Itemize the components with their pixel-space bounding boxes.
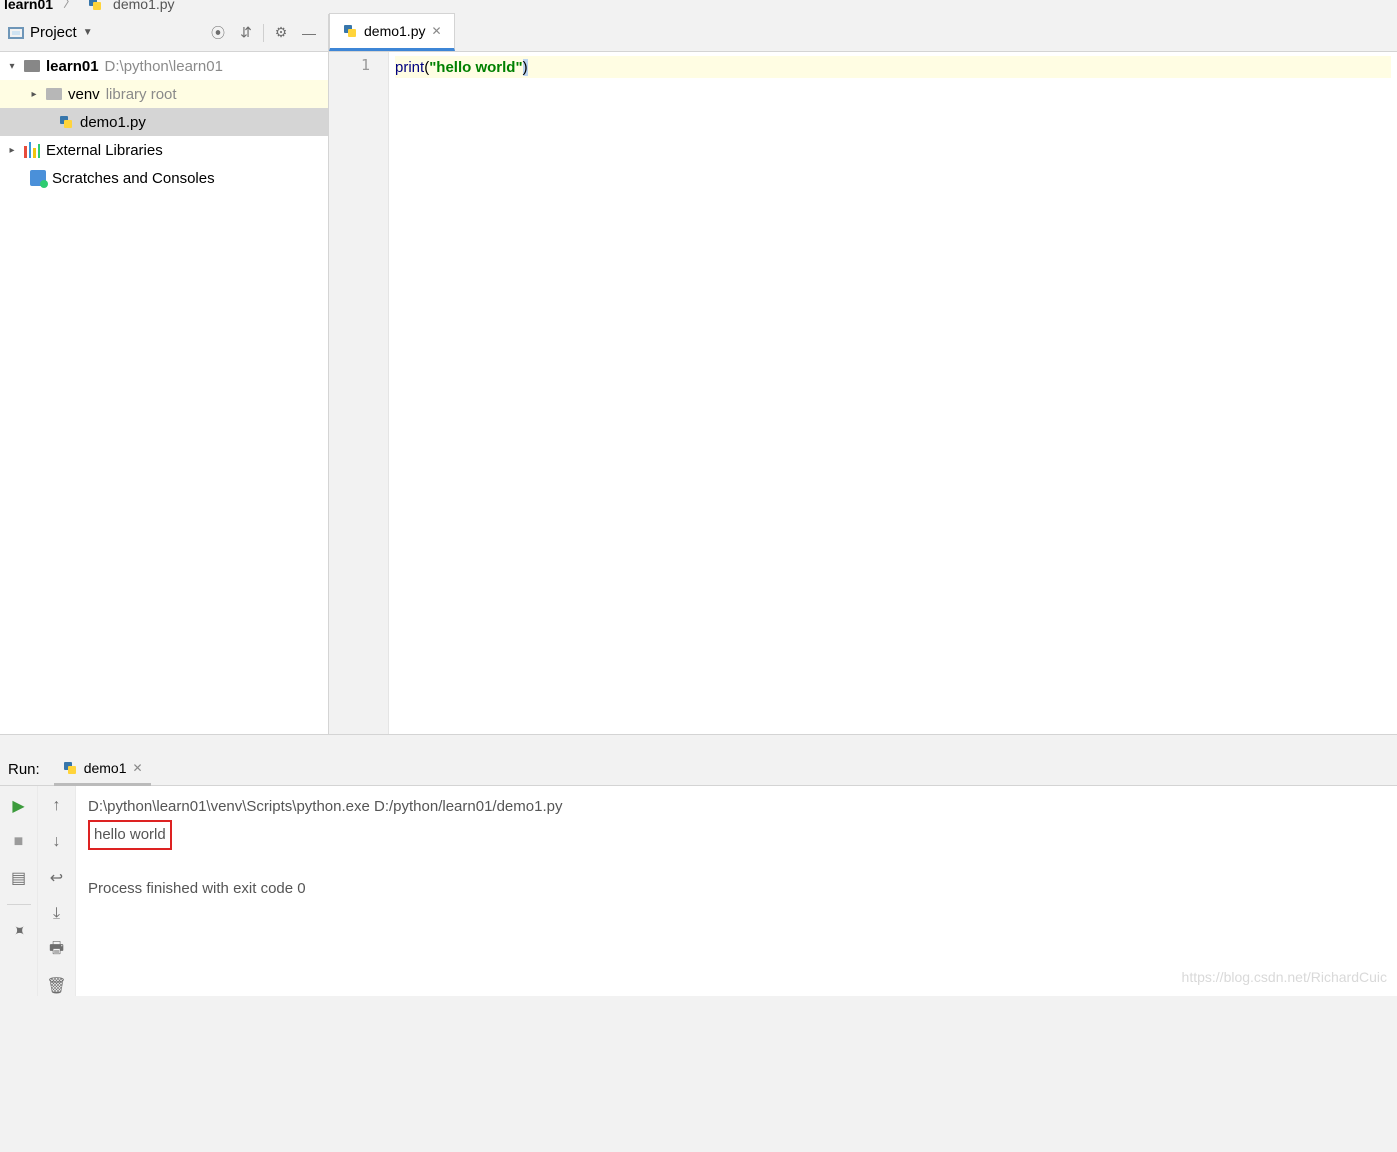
breadcrumb-item[interactable]: learn01 — [4, 0, 53, 12]
scratches-icon — [30, 170, 46, 186]
run-header[interactable]: Run: demo1 ✕ — [0, 754, 1397, 786]
pin-icon[interactable]: ✦ — [4, 917, 32, 945]
console-line: D:\python\learn01\venv\Scripts\python.ex… — [88, 794, 1385, 820]
divider — [263, 24, 264, 42]
project-tree[interactable]: ▾ learn01 D:\python\learn01 ▸ venv libra… — [0, 52, 328, 734]
console-output[interactable]: D:\python\learn01\venv\Scripts\python.ex… — [76, 786, 1397, 996]
console-line: Process finished with exit code 0 — [88, 876, 1385, 902]
collapse-all-icon[interactable]: ⇵ — [235, 22, 257, 44]
tree-item-label: Scratches and Consoles — [52, 170, 215, 187]
run-label: Run: — [8, 761, 40, 778]
tree-row-venv[interactable]: ▸ venv library root — [0, 80, 328, 108]
project-label: Project — [30, 24, 77, 41]
tree-row-project-root[interactable]: ▾ learn01 D:\python\learn01 — [0, 52, 328, 80]
run-body: ▶ ■ ▤ ✦ ↑ ↓ ↩ ⤓ 🖶 🗑 D:\python\learn01\ve… — [0, 786, 1397, 996]
code-line[interactable]: print("hello world") — [395, 56, 1391, 78]
run-tab-label: demo1 — [84, 760, 127, 776]
chevron-right-icon: 〉 — [63, 0, 77, 12]
tree-row-scratches[interactable]: Scratches and Consoles — [0, 164, 328, 192]
close-icon[interactable]: ✕ — [133, 761, 143, 775]
code-content[interactable]: print("hello world") — [389, 52, 1397, 734]
tab-label: demo1.py — [364, 23, 425, 39]
run-panel: Run: demo1 ✕ ▶ ■ ▤ ✦ ↑ ↓ ↩ ⤓ 🖶 🗑 D:\pyth… — [0, 754, 1397, 996]
up-icon[interactable]: ↑ — [47, 796, 67, 816]
print-icon[interactable]: 🖶 — [47, 940, 67, 960]
code-editor[interactable]: 1 print("hello world") — [329, 52, 1397, 734]
close-icon[interactable]: ✕ — [431, 24, 441, 38]
project-header[interactable]: Project ▼ ⦿ ⇵ ⚙ — — [0, 14, 328, 52]
project-sidebar: Project ▼ ⦿ ⇵ ⚙ — ▾ learn01 D:\python\le… — [0, 14, 329, 734]
folder-icon — [46, 88, 62, 100]
rerun-icon[interactable]: ▶ — [9, 796, 29, 816]
editor-area: demo1.py ✕ 1 print("hello world") — [329, 14, 1397, 734]
token-paren: ) — [523, 59, 528, 76]
divider — [7, 904, 31, 905]
editor-tabs[interactable]: demo1.py ✕ — [329, 14, 1397, 52]
run-gutter-right: ↑ ↓ ↩ ⤓ 🖶 🗑 — [38, 786, 76, 996]
chevron-right-icon[interactable]: ▸ — [6, 145, 18, 156]
stop-icon[interactable]: ■ — [9, 832, 29, 852]
tree-item-hint: library root — [106, 86, 177, 103]
chevron-down-icon[interactable]: ▼ — [83, 27, 93, 38]
main-split: Project ▼ ⦿ ⇵ ⚙ — ▾ learn01 D:\python\le… — [0, 14, 1397, 734]
python-file-icon — [342, 23, 358, 39]
trash-icon[interactable]: 🗑 — [47, 976, 67, 996]
hide-icon[interactable]: — — [298, 22, 320, 44]
breadcrumb[interactable]: learn01 〉 demo1.py — [0, 0, 1397, 14]
python-file-icon — [58, 114, 74, 130]
chevron-right-icon[interactable]: ▸ — [28, 89, 40, 100]
line-number: 1 — [329, 56, 388, 78]
watermark: https://blog.csdn.net/RichardCuic — [1182, 964, 1387, 990]
line-gutter: 1 — [329, 52, 389, 734]
down-icon[interactable]: ↓ — [47, 832, 67, 852]
breadcrumb-item[interactable]: demo1.py — [113, 0, 174, 12]
folder-icon — [24, 60, 40, 72]
tree-row-external-libraries[interactable]: ▸ External Libraries — [0, 136, 328, 164]
tree-item-label: External Libraries — [46, 142, 163, 159]
token-function: print — [395, 59, 424, 76]
locate-icon[interactable]: ⦿ — [207, 22, 229, 44]
tree-row-file[interactable]: demo1.py — [0, 108, 328, 136]
python-file-icon — [87, 0, 103, 12]
layout-icon[interactable]: ▤ — [9, 868, 29, 888]
run-tab[interactable]: demo1 ✕ — [54, 754, 151, 786]
run-gutter-left: ▶ ■ ▤ ✦ — [0, 786, 38, 996]
panel-divider[interactable] — [0, 734, 1397, 754]
tree-item-label: learn01 — [46, 58, 99, 75]
tab-demo1[interactable]: demo1.py ✕ — [329, 13, 455, 51]
tree-item-path: D:\python\learn01 — [105, 58, 223, 75]
token-string: "hello world" — [429, 59, 522, 76]
tree-item-label: demo1.py — [80, 114, 146, 131]
tree-item-label: venv — [68, 86, 100, 103]
python-file-icon — [62, 760, 78, 776]
project-view-icon — [8, 27, 24, 39]
scroll-to-end-icon[interactable]: ⤓ — [47, 904, 67, 924]
soft-wrap-icon[interactable]: ↩ — [47, 868, 67, 888]
gear-icon[interactable]: ⚙ — [270, 22, 292, 44]
chevron-down-icon[interactable]: ▾ — [6, 61, 18, 72]
console-line-highlighted: hello world — [88, 820, 172, 850]
libraries-icon — [24, 142, 40, 158]
